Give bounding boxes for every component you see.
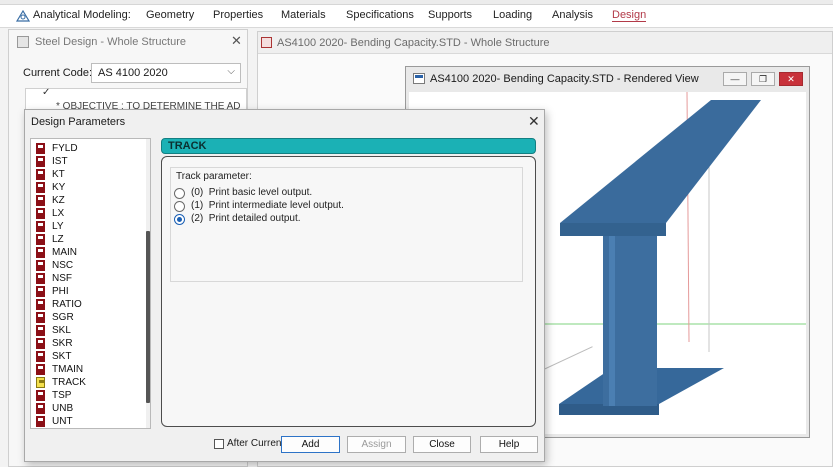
group-label: Track parameter: (176, 171, 252, 182)
parameter-icon (36, 234, 45, 245)
dialog-title: Design Parameters (31, 116, 126, 128)
parameter-list[interactable]: FYLD IST KT KY KZ LX LY LZ MAIN NSC NSF … (30, 138, 151, 429)
chevron-down-icon: ⌵ (227, 66, 235, 77)
radio-option-2[interactable] (174, 214, 185, 225)
main-window-title: AS4100 2020- Bending Capacity.STD - Whol… (277, 37, 550, 49)
close-button[interactable]: Close (413, 436, 471, 453)
parameter-icon (36, 338, 45, 349)
tab-specifications[interactable]: Specifications (346, 9, 414, 21)
radio-label-0: (0) Print basic level output. (191, 187, 313, 198)
parameter-icon (36, 208, 45, 219)
steel-design-icon (17, 36, 29, 48)
parameter-icon (36, 182, 45, 193)
parameter-icon (36, 351, 45, 362)
parameter-icon (36, 260, 45, 271)
after-current-checkbox[interactable] (214, 439, 224, 449)
assign-button[interactable]: Assign (347, 436, 406, 453)
ribbon-tabs: Analytical Modeling: Geometry Properties… (0, 5, 833, 28)
current-code-select[interactable]: AS 4100 2020 ⌵ (91, 63, 241, 83)
add-button[interactable]: Add (281, 436, 340, 453)
radio-option-1[interactable] (174, 201, 185, 212)
close-icon[interactable]: ✕ (231, 33, 242, 49)
parameter-icon (36, 416, 45, 427)
parameter-icon (36, 221, 45, 232)
radio-label-1: (1) Print intermediate level output. (191, 200, 344, 211)
tab-design[interactable]: Design (612, 9, 647, 22)
parameter-icon (36, 403, 45, 414)
parameter-selected-icon (36, 377, 45, 388)
model-window-icon (261, 37, 272, 48)
tab-loading[interactable]: Loading (493, 9, 532, 21)
close-button[interactable]: ✕ (779, 72, 803, 86)
top-flange (560, 100, 761, 223)
main-window-titlebar: AS4100 2020- Bending Capacity.STD - Whol… (258, 32, 832, 54)
tab-materials[interactable]: Materials (281, 9, 326, 21)
radio-option-0[interactable] (174, 188, 185, 199)
parameter-icon (36, 273, 45, 284)
radio-label-2: (2) Print detailed output. (191, 213, 301, 224)
design-parameters-dialog: Design Parameters ✕ FYLD IST KT KY KZ LX… (24, 109, 545, 462)
parameter-icon (36, 312, 45, 323)
parameter-icon (36, 286, 45, 297)
tab-analysis[interactable]: Analysis (552, 9, 593, 21)
track-parameter-group: Track parameter: (0) Print basic level o… (170, 167, 523, 282)
parameter-icon (36, 195, 45, 206)
help-button[interactable]: Help (480, 436, 538, 453)
parameter-icon (36, 364, 45, 375)
current-code-value: AS 4100 2020 (98, 67, 168, 79)
parameter-icon (36, 169, 45, 180)
parameter-icon (36, 390, 45, 401)
web-edge (609, 234, 615, 406)
top-flange-front (560, 223, 666, 236)
tab-geometry[interactable]: Geometry (146, 9, 194, 21)
parameter-icon (36, 156, 45, 167)
tab-properties[interactable]: Properties (213, 9, 263, 21)
section-header: TRACK (161, 138, 536, 154)
current-code-label: Current Code: (23, 67, 93, 79)
after-current-label: After Current (227, 438, 285, 449)
rendered-view-icon (413, 73, 425, 84)
analytical-modeling-icon (15, 9, 31, 22)
tab-analytical-modeling[interactable]: Analytical Modeling: (33, 9, 131, 21)
check-icon: ✓ (42, 87, 51, 98)
restore-button[interactable]: ❐ (751, 72, 775, 86)
parameter-icon (36, 325, 45, 336)
parameter-body: Track parameter: (0) Print basic level o… (161, 156, 536, 427)
parameter-icon (36, 247, 45, 258)
list-scrollbar-thumb[interactable] (146, 231, 150, 403)
minimize-button[interactable]: — (723, 72, 747, 86)
tab-supports[interactable]: Supports (428, 9, 472, 21)
parameter-icon (36, 143, 45, 154)
steel-panel-title: Steel Design - Whole Structure (35, 36, 187, 48)
parameter-icon (36, 299, 45, 310)
close-icon[interactable]: ✕ (528, 113, 540, 130)
rendered-view-title: AS4100 2020- Bending Capacity.STD - Rend… (430, 73, 699, 85)
